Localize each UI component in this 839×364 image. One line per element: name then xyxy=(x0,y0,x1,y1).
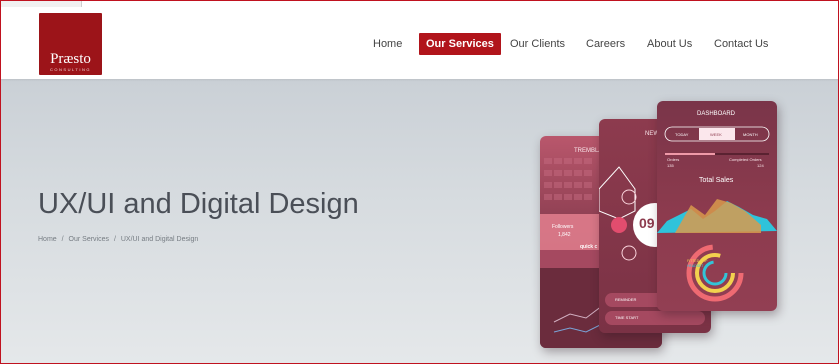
legend-headset: HEADSET xyxy=(687,264,704,268)
breadcrumb: Home / Our Services / UX/UI and Digital … xyxy=(38,236,201,243)
orders-value: 135 xyxy=(667,163,674,168)
orders-label: Orders xyxy=(667,157,680,162)
browser-frame: Præsto CONSULTING Home Our Services Our … xyxy=(0,0,839,364)
nav-home[interactable]: Home xyxy=(373,33,402,55)
time-start-button: TIME START xyxy=(615,315,639,320)
nav-our-services[interactable]: Our Services xyxy=(419,33,501,55)
logo-subtext: CONSULTING xyxy=(50,67,91,72)
tab-today: TODAY xyxy=(675,132,689,137)
dashboard-title: DASHBOARD xyxy=(697,111,736,117)
breadcrumb-current: UX/UI and Digital Design xyxy=(120,236,199,243)
reminder-button: REMINDER xyxy=(615,297,637,302)
nav-our-clients[interactable]: Our Clients xyxy=(510,33,565,55)
nav-careers[interactable]: Careers xyxy=(586,33,625,55)
breadcrumb-separator: / xyxy=(113,236,116,243)
site-header: Præsto CONSULTING Home Our Services Our … xyxy=(1,1,838,79)
completed-label: Completed Orders xyxy=(729,157,762,162)
breadcrumb-home[interactable]: Home xyxy=(38,236,57,243)
page-title: UX/UI and Digital Design xyxy=(38,188,359,220)
quick-label: quick c xyxy=(580,244,598,250)
nav-contact-us[interactable]: Contact Us xyxy=(714,33,768,55)
legend-fitted-cap: FITTED CAP xyxy=(687,259,708,263)
mockup-phone-dashboard: DASHBOARD TODAY WEEK MONTH Orders 135 Co… xyxy=(657,101,777,311)
breadcrumb-separator: / xyxy=(61,236,64,243)
breadcrumb-our-services[interactable]: Our Services xyxy=(69,236,109,243)
followers-label: Followers xyxy=(552,224,574,230)
hero-banner: UX/UI and Digital Design Home / Our Serv… xyxy=(1,79,838,363)
timer-number: 09 xyxy=(639,215,655,231)
tab-week: WEEK xyxy=(710,132,722,137)
logo-wordmark: Præsto xyxy=(50,51,91,67)
total-sales-label: Total Sales xyxy=(699,177,734,184)
followers-value: 1,842 xyxy=(558,232,571,238)
tab-month: MONTH xyxy=(743,132,758,137)
brand-logo[interactable]: Præsto CONSULTING xyxy=(39,13,102,75)
completed-value: 124 xyxy=(757,163,764,168)
nav-about-us[interactable]: About Us xyxy=(647,33,692,55)
browser-tab-notch xyxy=(1,1,82,7)
